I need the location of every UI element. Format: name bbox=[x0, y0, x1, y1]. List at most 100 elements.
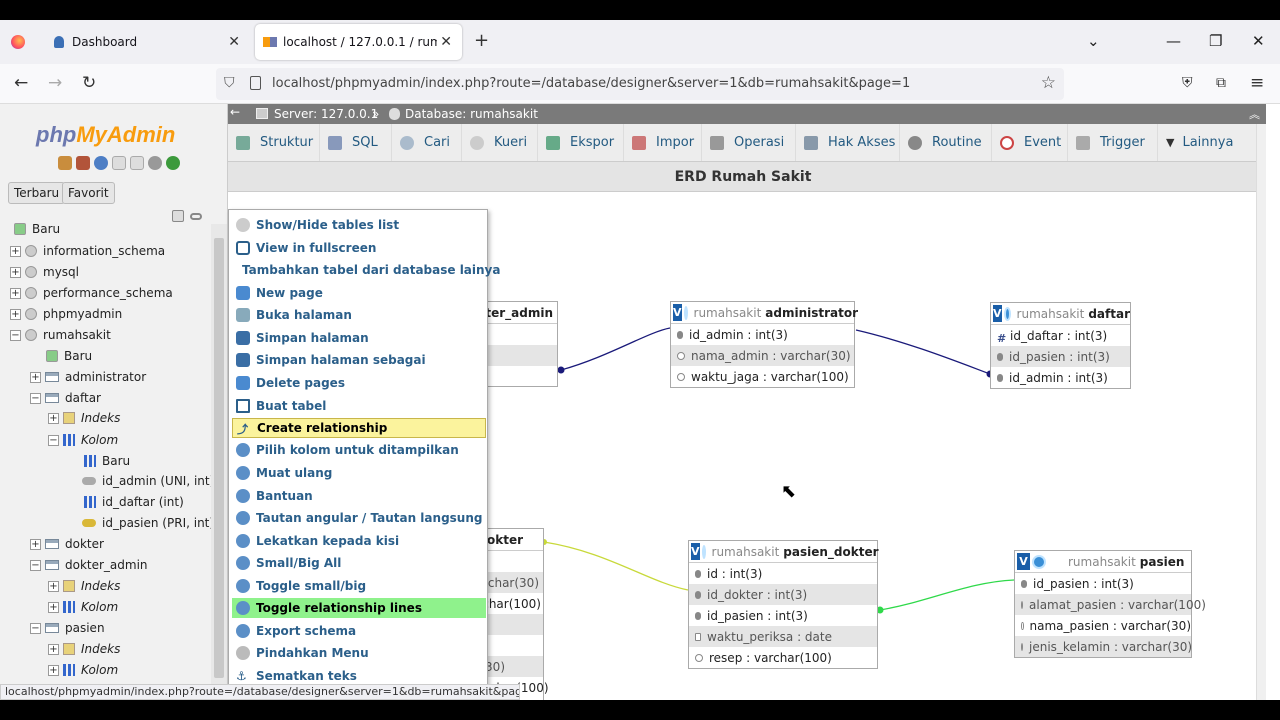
tab-cari[interactable]: Cari bbox=[392, 124, 462, 161]
collapse-top-icon[interactable]: ︽ bbox=[1249, 106, 1260, 122]
close-icon[interactable]: ✕ bbox=[228, 34, 240, 50]
pocket-icon[interactable]: ⛨ bbox=[1182, 75, 1193, 91]
tree-db-rumahsakit[interactable]: − rumahsakit bbox=[10, 328, 111, 342]
tree-item-new[interactable]: Baru bbox=[14, 222, 60, 236]
menu-fullscreen[interactable]: View in fullscreen bbox=[232, 238, 486, 258]
tree-indexes[interactable]: + Indeks bbox=[48, 411, 120, 425]
erd-row[interactable]: alamat_pasien : varchar(100) bbox=[1015, 594, 1206, 615]
toggle-size-icon[interactable]: V bbox=[993, 305, 1002, 322]
menu-new-page[interactable]: New page bbox=[232, 283, 486, 303]
collapse-icon[interactable]: − bbox=[10, 329, 21, 341]
erd-row[interactable]: nama_pasien : varchar(30) bbox=[1015, 615, 1191, 636]
collapse-arrow-icon[interactable]: ← bbox=[230, 105, 240, 119]
tree-column-id-admin[interactable]: id_admin (UNI, int) bbox=[82, 474, 214, 488]
tab-routine[interactable]: Routine bbox=[900, 124, 992, 161]
expand-icon[interactable]: + bbox=[30, 371, 41, 383]
expand-icon[interactable]: + bbox=[30, 538, 41, 550]
collapse-icon[interactable]: − bbox=[48, 434, 59, 446]
erd-row[interactable]: id_pasien : int(3) bbox=[689, 605, 877, 626]
erd-table-header[interactable]: Vrumahsakit pasien_dokter bbox=[689, 541, 879, 563]
tree-columns[interactable]: + Kolom bbox=[48, 663, 118, 677]
menu-pin-text[interactable]: ⚓ Sematkan teks bbox=[232, 666, 486, 686]
shield-icon[interactable]: ⛉ bbox=[224, 75, 235, 91]
collapse-icon[interactable]: − bbox=[30, 622, 41, 634]
docs-icon[interactable] bbox=[112, 156, 126, 170]
tab-phpmyadmin[interactable]: localhost / 127.0.0.1 / rumahsak ✕ bbox=[255, 24, 462, 60]
phpmyadmin-logo[interactable]: phpMyAdmin bbox=[36, 122, 175, 148]
list-tabs-icon[interactable]: ⌄ bbox=[1087, 32, 1100, 50]
tree-columns[interactable]: − Kolom bbox=[48, 433, 118, 447]
window-close-icon[interactable]: ✕ bbox=[1252, 32, 1265, 50]
tab-ekspor[interactable]: Ekspor bbox=[538, 124, 624, 161]
gear-icon[interactable] bbox=[701, 544, 706, 559]
collapse-all-icon[interactable] bbox=[172, 210, 184, 222]
erd-row[interactable]: resep : varchar(100) bbox=[689, 647, 877, 668]
erd-table-daftar[interactable]: Vrumahsakit daftar # id_daftar : int(3) id… bbox=[990, 302, 1131, 389]
tree-db-performance-schema[interactable]: + performance_schema bbox=[10, 286, 173, 300]
tree-column-id-daftar[interactable]: id_daftar (int) bbox=[84, 495, 184, 509]
menu-open-page[interactable]: Buka halaman bbox=[232, 305, 486, 325]
expand-icon[interactable]: + bbox=[48, 664, 59, 676]
tab-dashboard[interactable]: Dashboard ✕ bbox=[42, 24, 250, 60]
menu-create-table[interactable]: Buat tabel bbox=[232, 396, 486, 416]
gear-icon[interactable] bbox=[683, 305, 688, 320]
database-link[interactable]: Database: rumahsakit bbox=[405, 107, 538, 121]
main-scrollbar[interactable] bbox=[1256, 124, 1266, 700]
tab-lainnya[interactable]: ▼ Lainnya bbox=[1158, 124, 1258, 161]
tree-table-pasien[interactable]: − pasien bbox=[30, 621, 105, 635]
tree-db-information-schema[interactable]: + information_schema bbox=[10, 244, 165, 258]
minimize-icon[interactable]: — bbox=[1166, 32, 1181, 50]
tree-db-phpmyadmin[interactable]: + phpmyadmin bbox=[10, 307, 122, 321]
gear-icon[interactable] bbox=[148, 156, 162, 170]
logout-icon[interactable] bbox=[76, 156, 90, 170]
home-icon[interactable] bbox=[58, 156, 72, 170]
expand-icon[interactable]: + bbox=[10, 287, 21, 299]
tab-kueri[interactable]: Kueri bbox=[462, 124, 538, 161]
erd-row[interactable]: nama_admin : varchar(30) bbox=[671, 345, 854, 366]
help-icon[interactable] bbox=[94, 156, 108, 170]
tree-table-dokter-admin[interactable]: − dokter_admin bbox=[30, 558, 148, 572]
erd-row[interactable]: id : int(3) bbox=[689, 563, 877, 584]
expand-icon[interactable]: + bbox=[48, 643, 59, 655]
expand-icon[interactable]: + bbox=[48, 412, 59, 424]
expand-icon[interactable]: + bbox=[10, 266, 21, 278]
menu-angular-links[interactable]: Tautan angular / Tautan langsung bbox=[232, 508, 486, 528]
relation-line-admin-dokter-admin[interactable] bbox=[560, 327, 671, 371]
erd-table-administrator[interactable]: Vrumahsakit administrator id_admin : int(… bbox=[670, 301, 858, 388]
relation-line-pasien-pasien-dokter[interactable] bbox=[879, 579, 1015, 611]
new-tab-icon[interactable]: + bbox=[474, 30, 489, 51]
relation-line-dokter-pasien-dokter[interactable] bbox=[543, 541, 689, 591]
menu-icon[interactable]: ≡ bbox=[1250, 73, 1264, 93]
tree-table-daftar[interactable]: − daftar bbox=[30, 391, 101, 405]
collapse-icon[interactable]: − bbox=[30, 392, 41, 404]
gear-icon[interactable] bbox=[1003, 306, 1011, 321]
forward-icon[interactable]: → bbox=[48, 73, 62, 93]
tree-db-mysql[interactable]: + mysql bbox=[10, 265, 79, 279]
erd-row[interactable]: id_pasien : int(3) bbox=[1015, 573, 1191, 594]
erd-table-header[interactable]: Vrumahsakit daftar bbox=[991, 303, 1130, 325]
tab-hak-akses[interactable]: Hak Akses bbox=[796, 124, 900, 161]
menu-create-relationship[interactable]: ⤴ Create relationship bbox=[232, 418, 486, 438]
menu-show-hide-tables[interactable]: Show/Hide tables list bbox=[232, 215, 486, 235]
tab-trigger[interactable]: Trigger bbox=[1068, 124, 1158, 161]
settings-doc-icon[interactable] bbox=[130, 156, 144, 170]
link-icon[interactable] bbox=[190, 213, 202, 220]
menu-save-page-as[interactable]: Simpan halaman sebagai bbox=[232, 350, 486, 370]
erd-row[interactable]: id_pasien : int(3) bbox=[991, 346, 1130, 367]
tab-sql[interactable]: SQL bbox=[320, 124, 392, 161]
firefox-icon[interactable] bbox=[11, 35, 25, 49]
erd-table-header[interactable]: Vrumahsakit pasien bbox=[1015, 551, 1191, 573]
menu-export-schema[interactable]: Export schema bbox=[232, 621, 486, 641]
menu-choose-column[interactable]: Pilih kolom untuk ditampilkan bbox=[232, 440, 486, 460]
relation-line-admin-daftar[interactable] bbox=[855, 329, 991, 375]
erd-row[interactable]: jenis_kelamin : varchar(30) bbox=[1015, 636, 1192, 657]
expand-icon[interactable]: + bbox=[48, 580, 59, 592]
close-icon[interactable]: ✕ bbox=[440, 34, 452, 50]
tree-table-administrator[interactable]: + administrator bbox=[30, 370, 146, 384]
maximize-icon[interactable]: ❐ bbox=[1209, 32, 1222, 50]
tree-indexes[interactable]: + Indeks bbox=[48, 642, 120, 656]
erd-table-header[interactable]: Vrumahsakit administrator bbox=[671, 302, 858, 324]
erd-row[interactable]: waktu_periksa : date bbox=[689, 626, 877, 647]
tab-struktur[interactable]: Struktur bbox=[228, 124, 320, 161]
reload-nav-icon[interactable] bbox=[166, 156, 180, 170]
